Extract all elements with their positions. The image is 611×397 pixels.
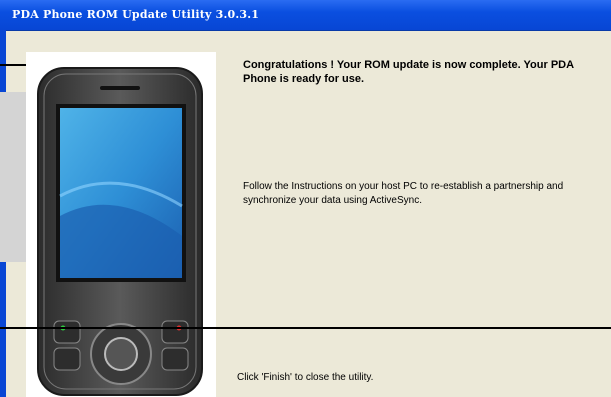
background-window-fragment <box>0 92 28 262</box>
pda-phone-image <box>37 67 203 396</box>
instructions-text: Follow the Instructions on your host PC … <box>243 181 564 206</box>
finish-note: Click 'Finish' to close the utility. <box>237 372 374 383</box>
completion-heading: Congratulations ! Your ROM update is now… <box>243 59 574 85</box>
update-utility-window: PDA Phone ROM Update Utility 3.0.3.1 Con… <box>0 0 611 397</box>
window-title: PDA Phone ROM Update Utility 3.0.3.1 <box>12 8 260 21</box>
background-divider-line <box>0 327 611 329</box>
title-bar[interactable]: PDA Phone ROM Update Utility 3.0.3.1 <box>0 0 611 31</box>
